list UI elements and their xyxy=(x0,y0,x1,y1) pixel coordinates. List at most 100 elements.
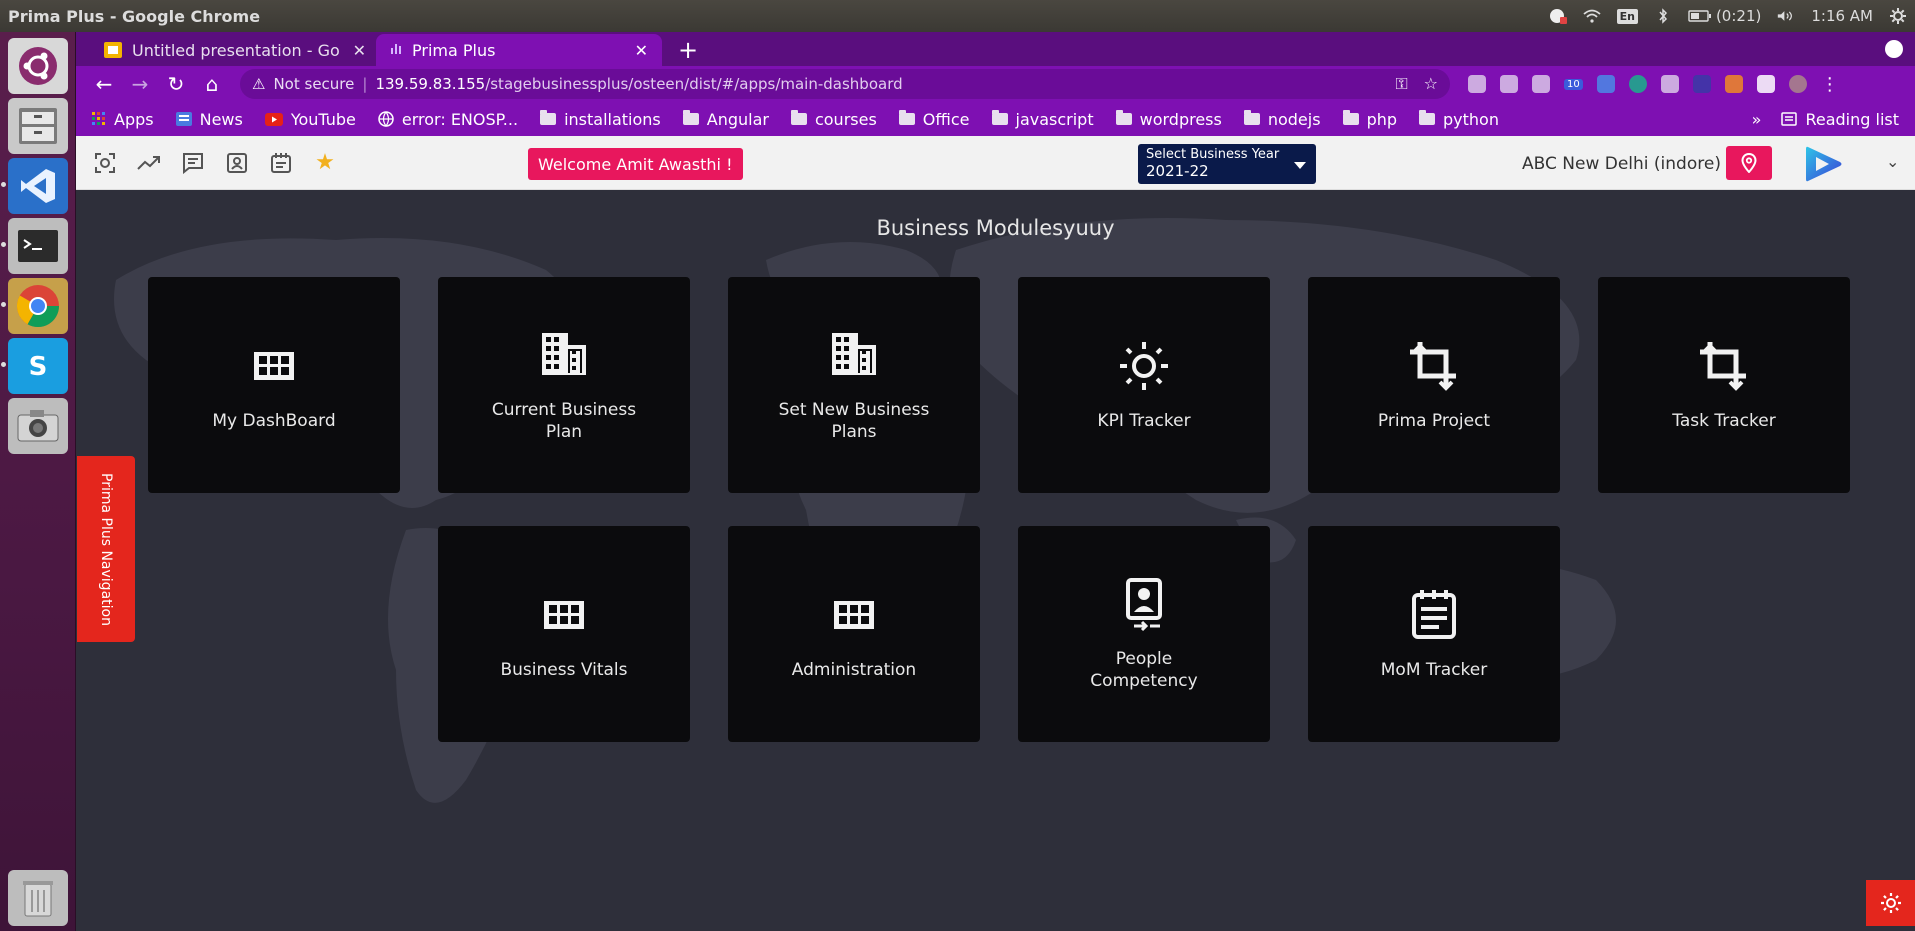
settings-button[interactable] xyxy=(1866,880,1915,926)
launcher-camera[interactable] xyxy=(8,398,68,454)
launcher-running-pip xyxy=(1,182,6,187)
volume-icon[interactable] xyxy=(1777,8,1795,24)
extension-orange-icon[interactable] xyxy=(1724,75,1743,93)
clock[interactable]: 1:16 AM xyxy=(1811,7,1873,25)
folder-icon xyxy=(1243,110,1260,125)
os-top-bar: Prima Plus - Google Chrome En (0:21) 1:1… xyxy=(0,0,1915,32)
launcher-skype[interactable]: S xyxy=(8,338,68,394)
module-card-set-new-business-plans[interactable]: Set New Business Plans xyxy=(728,277,980,493)
bookmark-folder-wordpress[interactable]: wordpress xyxy=(1115,109,1222,129)
prima-plus-logo-icon[interactable] xyxy=(1802,144,1846,184)
bar-chart-icon xyxy=(390,42,402,58)
module-card-my-dashboard[interactable]: My DashBoard xyxy=(148,277,400,493)
launcher-trash[interactable] xyxy=(8,870,68,926)
favorites-star-icon[interactable]: ★ xyxy=(312,150,338,176)
bookmark-label: Apps xyxy=(114,109,154,129)
bookmark-folder-courses[interactable]: courses xyxy=(790,110,877,129)
bookmark-label: javascript xyxy=(1015,109,1094,129)
bookmark-folder-installations[interactable]: installations xyxy=(540,110,661,129)
location-button[interactable] xyxy=(1726,146,1772,180)
extension-grammarly-icon[interactable] xyxy=(1628,75,1647,93)
bookmark-label: wordpress xyxy=(1139,109,1222,129)
bookmark-apps[interactable]: Apps xyxy=(92,110,154,129)
warning-triangle-icon[interactable]: ⚠ xyxy=(252,75,265,93)
feedback-icon[interactable] xyxy=(180,150,206,176)
bookmarks-overflow-button[interactable]: » xyxy=(1752,110,1762,129)
focus-scan-icon[interactable] xyxy=(92,150,118,176)
forward-arrow-icon[interactable]: → xyxy=(122,72,158,96)
url-separator: | xyxy=(362,75,368,93)
bookmark-youtube[interactable]: YouTube xyxy=(264,109,356,129)
module-card-kpi-tracker[interactable]: KPI Tracker xyxy=(1018,277,1270,493)
browser-tab-strip: Untitled presentation - Go ✕ Prima Plus … xyxy=(76,32,1915,66)
reading-list-button[interactable]: Reading list xyxy=(1781,110,1899,129)
folder-icon xyxy=(1342,110,1359,125)
module-label: Prima Project xyxy=(1377,411,1491,431)
tab-untitled-presentation[interactable]: Untitled presentation - Go ✕ xyxy=(90,34,380,66)
chrome-notify-icon[interactable] xyxy=(1549,8,1567,24)
bookmark-folder-javascript[interactable]: javascript xyxy=(991,109,1094,129)
folder-icon xyxy=(1419,110,1436,125)
close-icon[interactable]: ✕ xyxy=(353,41,366,60)
reading-list-icon xyxy=(1781,112,1798,126)
tab-prima-plus[interactable]: Prima Plus ✕ xyxy=(376,34,662,66)
prima-plus-navigation-tab[interactable]: Prima Plus Navigation xyxy=(77,456,135,642)
module-card-administration[interactable]: Administration xyxy=(728,526,980,742)
key-icon[interactable]: ⚿ xyxy=(1395,74,1407,94)
battery-indicator[interactable]: (0:21) xyxy=(1688,7,1761,25)
launcher-vscode[interactable] xyxy=(8,158,68,214)
folder-icon xyxy=(682,110,699,125)
extension-pen-icon[interactable] xyxy=(1468,75,1486,93)
module-card-task-tracker[interactable]: Task Tracker xyxy=(1598,277,1850,493)
extensions-puzzle-icon[interactable] xyxy=(1756,75,1775,93)
new-tab-plus-icon[interactable]: + xyxy=(678,36,698,64)
module-card-prima-project[interactable]: Prima Project xyxy=(1308,277,1560,493)
profile-avatar[interactable] xyxy=(1788,75,1807,93)
system-gear-icon[interactable] xyxy=(1889,8,1907,24)
bookmark-folder-angular[interactable]: Angular xyxy=(682,110,769,129)
keyboard-layout-indicator[interactable]: En xyxy=(1616,8,1638,24)
launcher-files[interactable] xyxy=(8,98,68,154)
welcome-badge: Welcome Amit Awasthi ! xyxy=(528,148,743,180)
launcher-terminal[interactable] xyxy=(8,218,68,274)
reload-icon[interactable]: ↻ xyxy=(158,72,194,96)
bookmark-news[interactable]: News xyxy=(175,110,243,129)
extension-translate-icon[interactable] xyxy=(1596,75,1615,93)
extension-doc-icon[interactable] xyxy=(1660,75,1679,93)
security-status[interactable]: Not secure xyxy=(273,75,354,93)
calendar-notes-icon[interactable] xyxy=(268,150,294,176)
grid-icon xyxy=(834,601,874,629)
module-card-current-business-plan[interactable]: Current Business Plan xyxy=(438,277,690,493)
extension-badge[interactable]: 10 xyxy=(1564,78,1583,90)
trending-up-icon[interactable] xyxy=(136,150,162,176)
bookmark-error-enosp[interactable]: error: ENOSP... xyxy=(378,110,518,129)
bookmark-folder-nodejs[interactable]: nodejs xyxy=(1243,110,1321,129)
close-icon[interactable]: ✕ xyxy=(635,41,648,60)
back-arrow-icon[interactable]: ← xyxy=(86,72,122,96)
tab-search-icon[interactable] xyxy=(1885,40,1903,58)
bookmark-folder-php[interactable]: php xyxy=(1342,110,1397,129)
bookmark-folder-office[interactable]: Office xyxy=(898,110,970,129)
module-card-business-vitals[interactable]: Business Vitals xyxy=(438,526,690,742)
module-card-people-competency[interactable]: People Competency xyxy=(1018,526,1270,742)
launcher-chrome[interactable] xyxy=(8,278,68,334)
wifi-icon[interactable] xyxy=(1583,8,1601,24)
apps-grid-icon xyxy=(92,112,105,125)
home-icon[interactable]: ⌂ xyxy=(194,72,230,96)
extension-n-icon[interactable] xyxy=(1692,75,1711,93)
business-year-select[interactable]: Select Business Year 2021-22 xyxy=(1138,144,1316,184)
contact-card-icon[interactable] xyxy=(224,150,250,176)
extension-camera-icon[interactable] xyxy=(1500,75,1518,93)
address-bar[interactable]: ⚠ Not secure | 139.59.83.155/stagebusine… xyxy=(240,69,1450,99)
bookmarks-bar-right: » Reading list xyxy=(1752,110,1899,129)
module-card-mom-tracker[interactable]: MoM Tracker xyxy=(1308,526,1560,742)
bookmark-label: installations xyxy=(564,109,661,129)
bluetooth-icon[interactable] xyxy=(1654,8,1672,24)
bookmark-star-icon[interactable]: ☆ xyxy=(1424,74,1438,94)
chrome-menu-kebab-icon[interactable]: ⋮ xyxy=(1821,74,1839,95)
bookmark-label: YouTube xyxy=(290,109,356,129)
profile-menu-chevron-down-icon[interactable]: ⌄ xyxy=(1886,152,1899,171)
launcher-ubuntu-dash[interactable] xyxy=(8,38,68,94)
bookmark-folder-python[interactable]: python xyxy=(1419,110,1499,129)
extension-screenshot-icon[interactable] xyxy=(1532,75,1550,93)
